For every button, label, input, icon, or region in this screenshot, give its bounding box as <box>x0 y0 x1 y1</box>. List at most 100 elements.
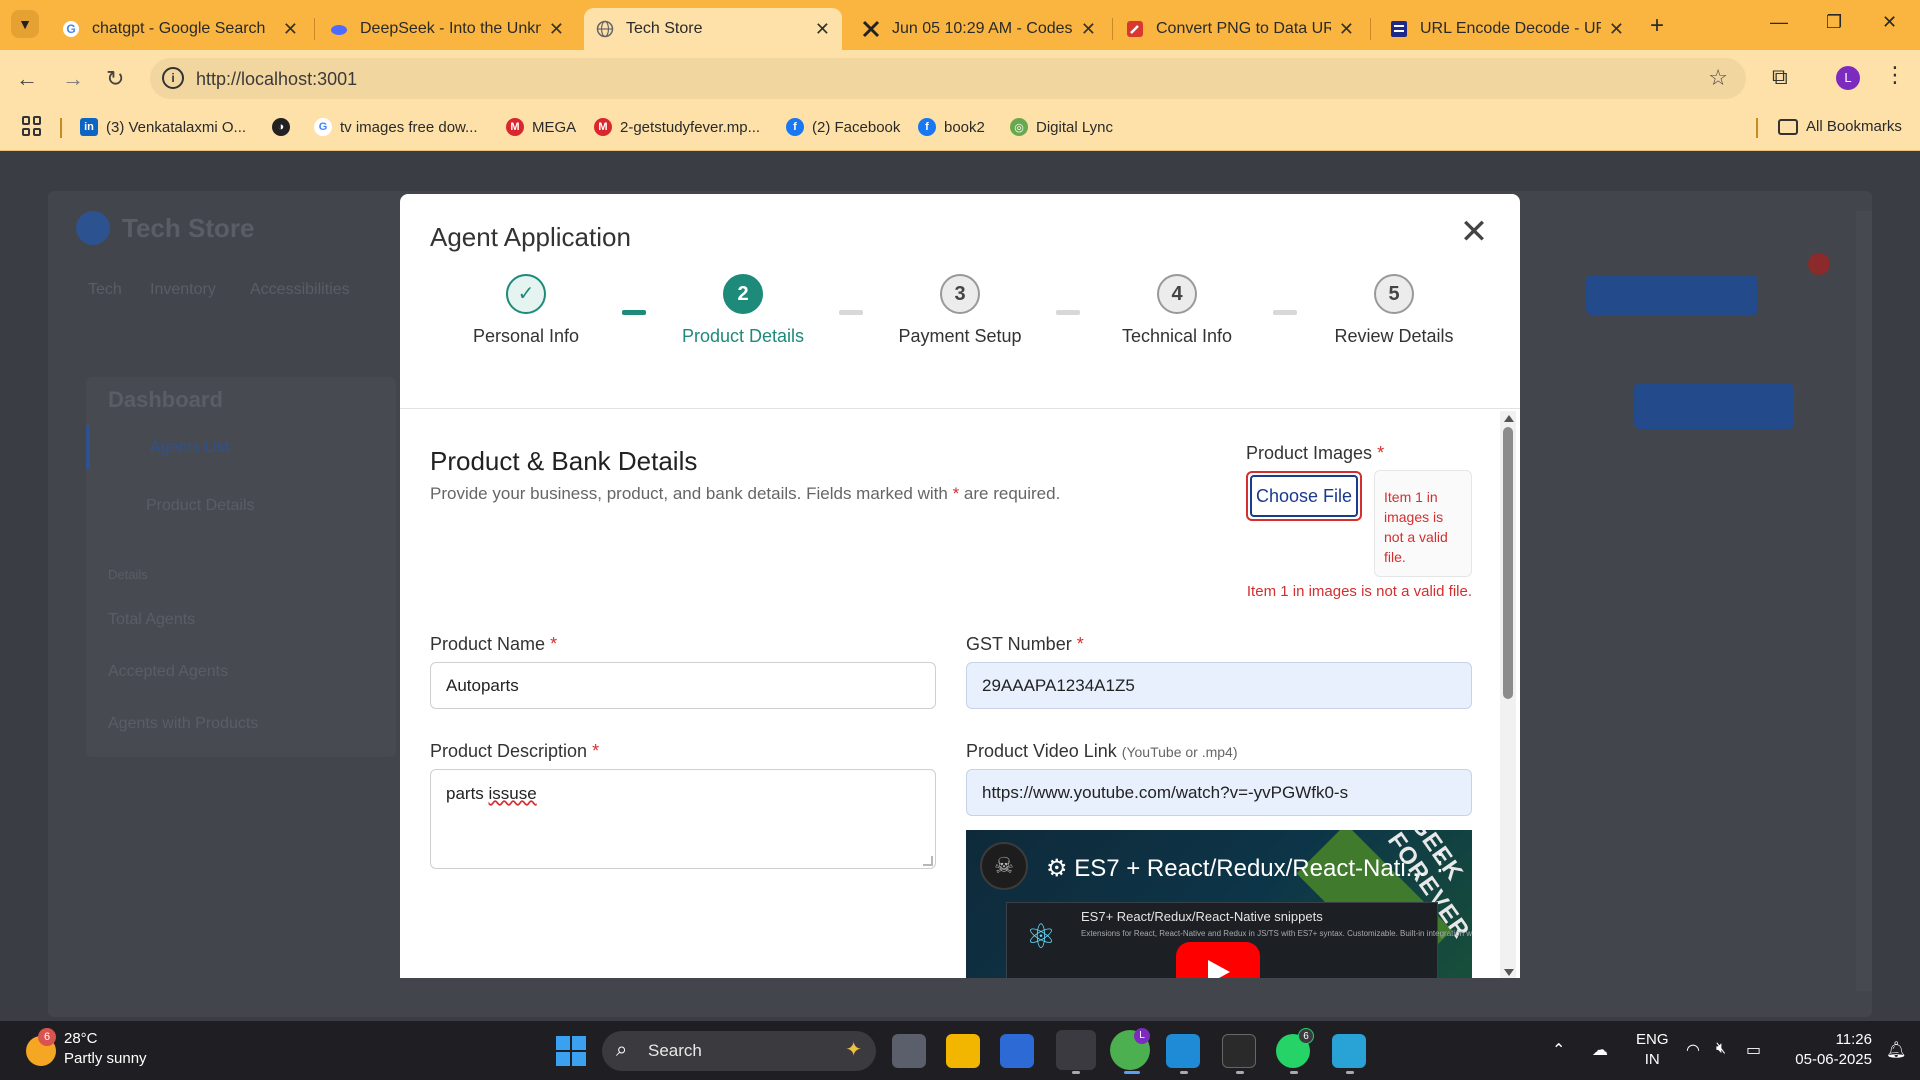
video-more-icon[interactable]: ⋮ <box>1428 848 1452 877</box>
forward-arrow-icon[interactable]: → <box>62 66 84 92</box>
weather-description[interactable]: Partly sunny <box>64 1050 147 1067</box>
section-title: Product & Bank Details <box>430 446 698 476</box>
background-group-label: Details <box>108 567 148 582</box>
close-tab-icon[interactable]: ✕ <box>283 19 298 40</box>
gst-number-input[interactable]: 29AAAPA1234A1Z5 <box>966 662 1472 709</box>
tab-separator <box>1370 18 1371 40</box>
all-bookmarks-label: All Bookmarks <box>1806 118 1902 135</box>
channel-avatar[interactable]: ☠ <box>980 842 1028 890</box>
video-link-input[interactable]: https://www.youtube.com/watch?v=-yvPGWfk… <box>966 769 1472 816</box>
task-view-icon[interactable] <box>892 1034 926 1068</box>
new-tab-icon[interactable]: + <box>1650 12 1664 40</box>
chevron-down-icon: ▼ <box>18 16 32 32</box>
file-explorer-icon[interactable] <box>946 1034 980 1068</box>
running-indicator <box>1180 1071 1188 1074</box>
tab-search-button[interactable]: ▼ <box>11 10 39 38</box>
address-bar[interactable]: i http://localhost:3001 ☆ <box>150 58 1746 99</box>
bookmark-getstudyfever[interactable]: M 2-getstudyfever.mp... <box>594 118 760 136</box>
extensions-puzzle-icon[interactable]: ⧉ <box>1772 64 1788 90</box>
bookmark-facebook[interactable]: f (2) Facebook <box>786 118 900 136</box>
mega-icon: M <box>594 118 612 136</box>
step-personal-info[interactable]: ✓ Personal Info <box>436 274 616 347</box>
restore-icon[interactable]: ❐ <box>1826 12 1842 33</box>
scroll-up-icon[interactable] <box>1504 415 1514 422</box>
step-number: 4 <box>1157 274 1197 314</box>
browser-tab-url-encode[interactable]: URL Encode Decode - URL ✕ <box>1378 8 1636 50</box>
system-clock[interactable]: 11:26 05-06-2025 <box>1782 1030 1872 1070</box>
bookmark-globe[interactable]: ◑ <box>272 118 298 136</box>
step-review-details[interactable]: 5 Review Details <box>1304 274 1484 347</box>
wifi-icon[interactable]: ◠ <box>1686 1040 1700 1060</box>
close-modal-icon[interactable]: ✕ <box>1456 214 1492 250</box>
weather-temperature[interactable]: 28°C <box>64 1030 98 1047</box>
modal-scrollbar[interactable] <box>1500 411 1516 978</box>
step-connector <box>1273 310 1297 315</box>
language-indicator[interactable]: ENG IN <box>1636 1030 1669 1070</box>
scroll-down-icon[interactable] <box>1504 969 1514 976</box>
minimize-icon[interactable]: — <box>1770 12 1788 33</box>
bookmark-digital-lync[interactable]: ◎ Digital Lync <box>1010 118 1113 136</box>
play-icon[interactable] <box>1176 942 1260 978</box>
more-menu-icon[interactable]: ⋮ <box>1884 62 1906 88</box>
bookmark-book2[interactable]: f book2 <box>918 118 985 136</box>
linkedin-icon: in <box>80 118 98 136</box>
label-text: Product Name <box>430 634 546 654</box>
video-title[interactable]: ⚙ ES7 + React/Redux/React-Nati... <box>1046 854 1426 883</box>
step-label: Technical Info <box>1121 326 1233 346</box>
notepad-icon[interactable] <box>1332 1034 1366 1068</box>
resize-handle-icon[interactable] <box>923 856 933 866</box>
notification-bell-icon[interactable]: 🔔︎ <box>1886 1040 1906 1060</box>
choose-file-label: Choose File <box>1250 475 1358 517</box>
close-tab-icon[interactable]: ✕ <box>815 19 830 40</box>
bookmark-label: (3) Venkatalaxmi O... <box>106 118 247 136</box>
terminal-app-icon[interactable] <box>1222 1034 1256 1068</box>
onedrive-icon[interactable]: ☁ <box>1592 1040 1608 1060</box>
scrollbar-thumb[interactable] <box>1503 427 1513 699</box>
label-text: Product Video Link <box>966 741 1117 761</box>
close-tab-icon[interactable]: ✕ <box>1339 19 1354 40</box>
microsoft-store-icon[interactable] <box>1000 1034 1034 1068</box>
all-bookmarks-button[interactable]: All Bookmarks <box>1778 118 1902 135</box>
browser-tab-deepseek[interactable]: DeepSeek - Into the Unknown ✕ <box>318 8 576 50</box>
browser-tab-png-converter[interactable]: Convert PNG to Data URI - ✕ <box>1114 8 1366 50</box>
bookmark-mega[interactable]: M MEGA <box>506 118 576 136</box>
clock-date: 05-06-2025 <box>1795 1051 1872 1068</box>
tab-title: URL Encode Decode - URL <box>1420 20 1601 37</box>
site-info-icon[interactable]: i <box>162 67 184 89</box>
background-menu-item: Product Details <box>146 497 255 514</box>
bookmark-star-icon[interactable]: ☆ <box>1708 65 1728 91</box>
close-tab-icon[interactable]: ✕ <box>549 19 564 40</box>
taskbar-search[interactable]: ⌕ Search ✦ <box>602 1031 876 1071</box>
product-name-input[interactable]: Autoparts <box>430 662 936 709</box>
bookmark-linkedin[interactable]: in (3) Venkatalaxmi O... <box>80 118 246 136</box>
battery-icon[interactable]: ▭ <box>1746 1040 1761 1060</box>
choose-file-button[interactable]: Choose File <box>1246 471 1362 521</box>
apps-grid-icon[interactable] <box>22 116 42 136</box>
tab-separator <box>314 18 315 40</box>
step-technical-info[interactable]: 4 Technical Info <box>1087 274 1267 347</box>
step-product-details[interactable]: 2 Product Details <box>653 274 833 347</box>
window-close-icon[interactable]: ✕ <box>1882 12 1897 33</box>
step-payment-setup[interactable]: 3 Payment Setup <box>870 274 1050 347</box>
browser-tab-tech-store[interactable]: Tech Store ✕ <box>584 8 842 50</box>
browser-tab-google[interactable]: G chatgpt - Google Search ✕ <box>50 8 310 50</box>
extension-name: ES7+ React/Redux/React-Native snippets <box>1081 909 1323 924</box>
profile-avatar[interactable]: L <box>1836 66 1860 90</box>
step-number: 2 <box>723 274 763 314</box>
back-arrow-icon[interactable]: ← <box>16 66 38 92</box>
browser-tab-codeshare[interactable]: Jun 05 10:29 AM - Codeshare ✕ <box>850 8 1108 50</box>
tray-chevron-up-icon[interactable]: ⌃ <box>1552 1040 1565 1060</box>
video-preview[interactable]: GEEK FOREVER ☠ ⚙ ES7 + React/Redux/React… <box>966 830 1472 978</box>
section-description: Provide your business, product, and bank… <box>430 484 1060 504</box>
windows-start-icon[interactable] <box>556 1036 586 1066</box>
bookmark-tv-images[interactable]: G tv images free dow... <box>314 118 478 136</box>
vscode-icon[interactable] <box>1166 1034 1200 1068</box>
product-description-textarea[interactable]: parts issuse <box>430 769 936 869</box>
agent-application-modal: Agent Application ✕ ✓ Personal Info 2 Pr… <box>400 194 1520 978</box>
volume-muted-icon[interactable]: 🔇︎ <box>1716 1040 1726 1058</box>
close-tab-icon[interactable]: ✕ <box>1609 19 1624 40</box>
edge-icon[interactable] <box>1056 1030 1096 1070</box>
address-url[interactable]: http://localhost:3001 <box>196 69 357 90</box>
close-tab-icon[interactable]: ✕ <box>1081 19 1096 40</box>
reload-icon[interactable]: ↻ <box>106 66 124 92</box>
